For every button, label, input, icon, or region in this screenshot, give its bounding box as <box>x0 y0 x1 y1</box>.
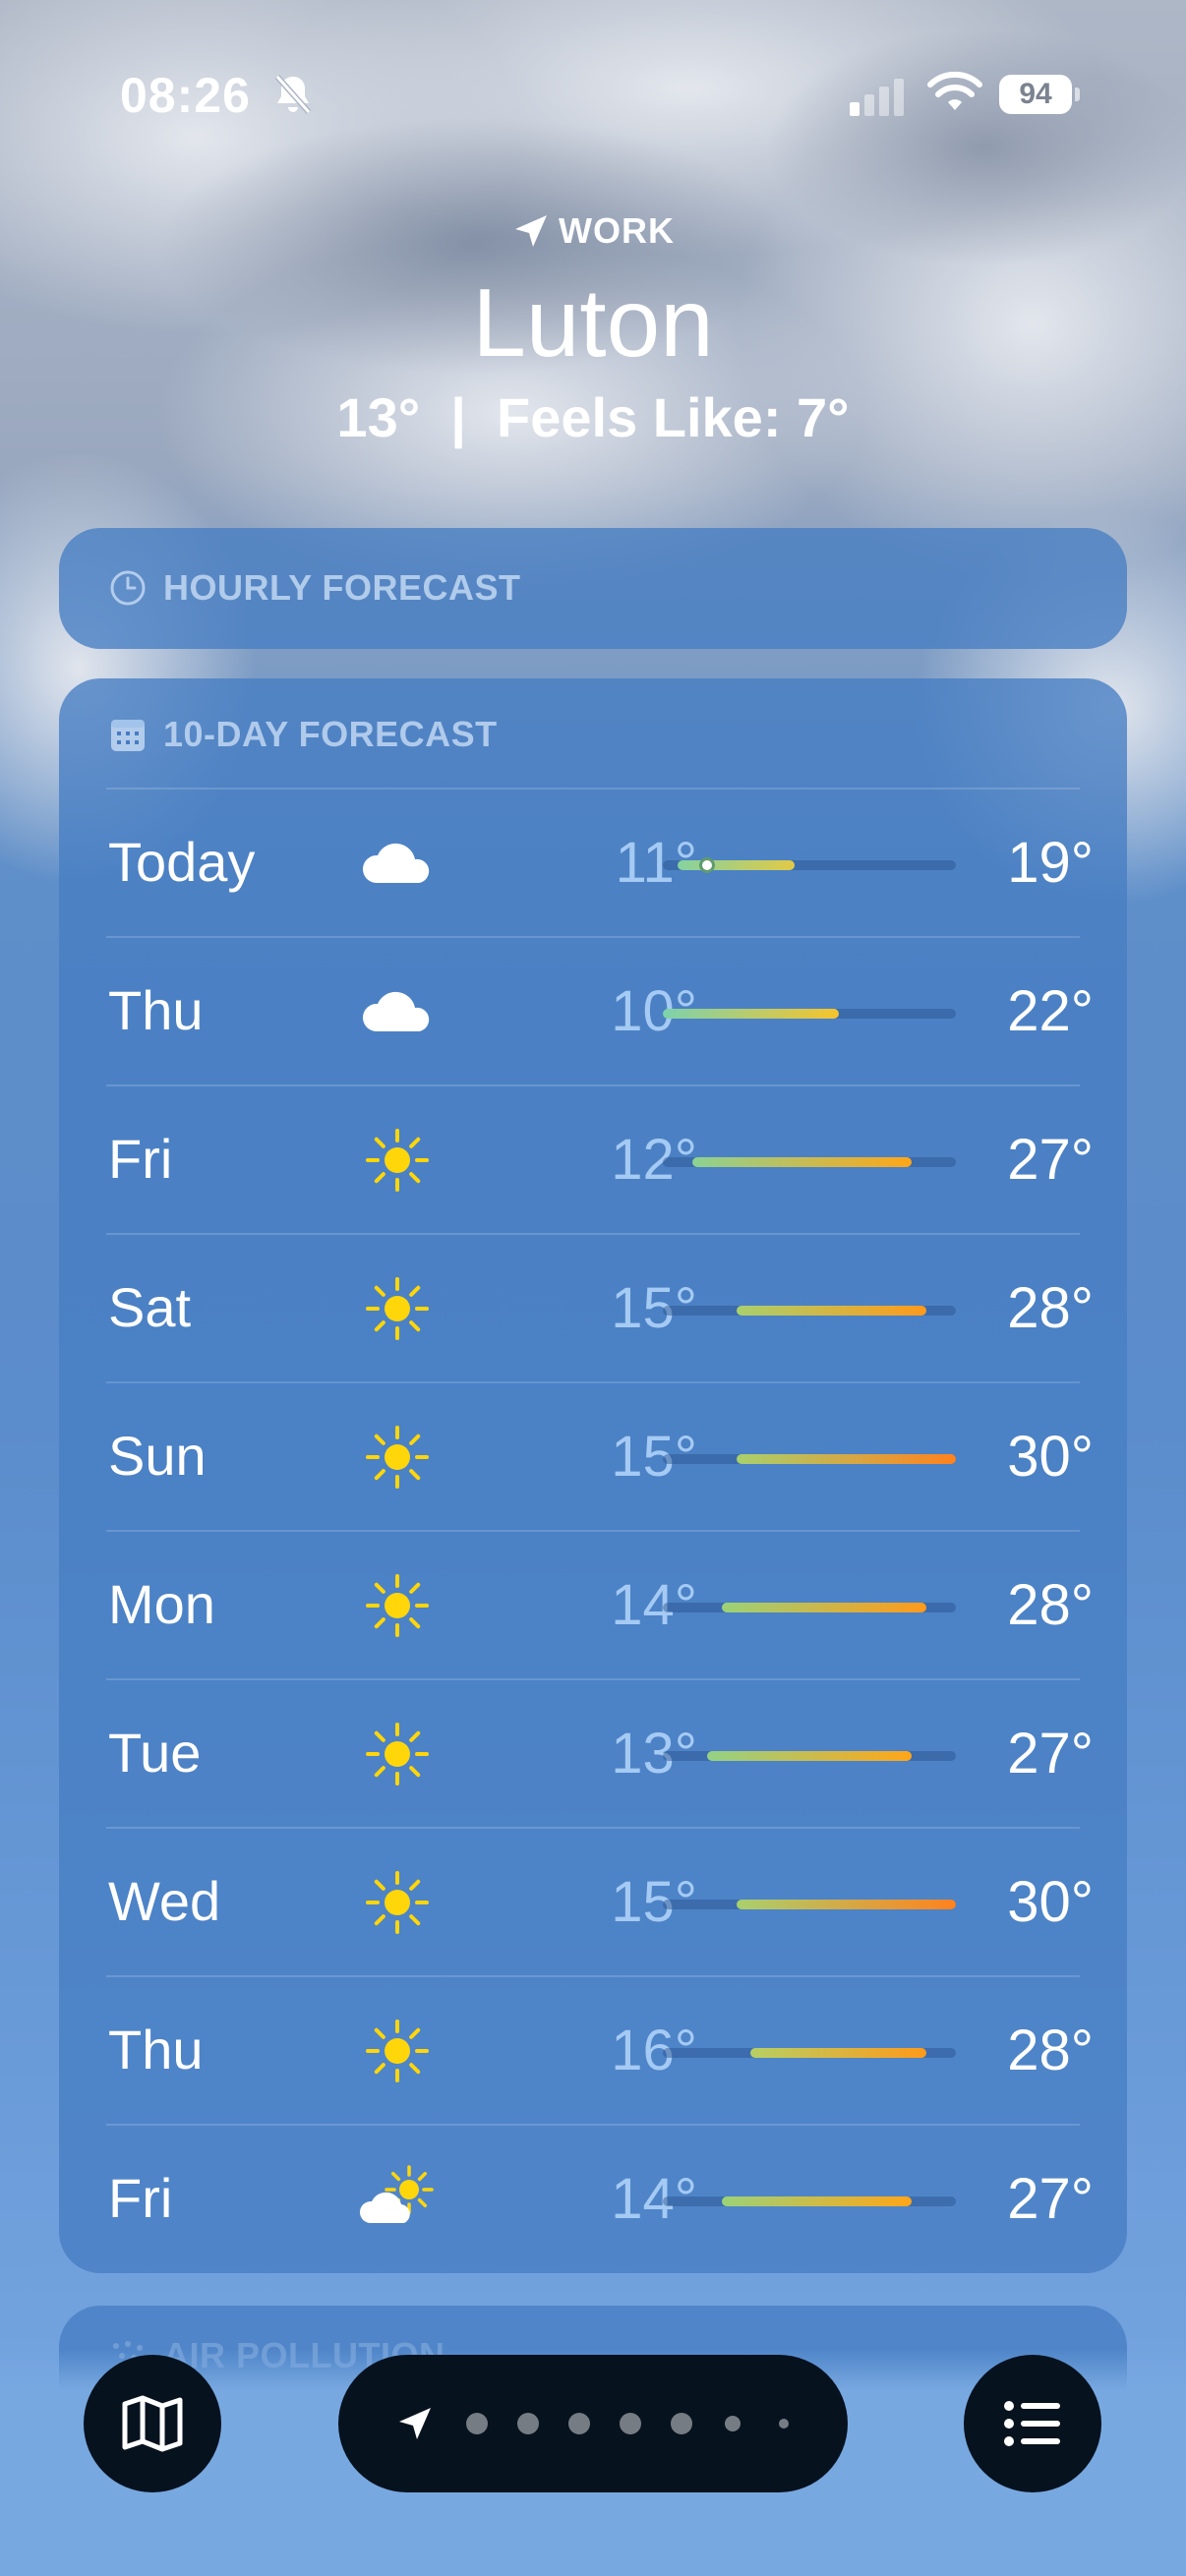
map-button[interactable] <box>84 2355 221 2492</box>
page-dot[interactable] <box>466 2413 488 2434</box>
forecast-row[interactable]: Thu 10° 22° <box>59 937 1127 1084</box>
sun-icon <box>356 1713 439 1795</box>
temp-range-bar <box>663 857 956 873</box>
day-label: Fri <box>108 1128 173 1190</box>
battery-level: 94 <box>999 75 1072 114</box>
list-icon <box>1004 2401 1060 2446</box>
location-label: WORK <box>559 210 675 251</box>
sun-icon <box>356 1416 439 1498</box>
cloud-icon <box>356 822 439 905</box>
forecast-row[interactable]: Mon 14° 28° <box>59 1531 1127 1678</box>
high-temp: 30° <box>1007 1870 1094 1934</box>
ten-day-forecast-label: 10-DAY FORECAST <box>163 714 498 754</box>
status-time: 08:26 <box>120 68 251 123</box>
temp-range-bar <box>663 1157 956 1167</box>
sun-icon <box>356 1267 439 1350</box>
high-temp: 27° <box>1007 1128 1094 1192</box>
forecast-row[interactable]: Sun 15° 30° <box>59 1382 1127 1530</box>
page-dot[interactable] <box>671 2413 692 2434</box>
ten-day-forecast-card[interactable]: 10-DAY FORECAST Today 11° 19° Thu 10° 22… <box>59 678 1127 2273</box>
temp-range-bar <box>663 1900 956 1909</box>
high-temp: 30° <box>1007 1425 1094 1489</box>
page-dot[interactable] <box>620 2413 641 2434</box>
forecast-row[interactable]: Wed 15° 30° <box>59 1828 1127 1975</box>
high-temp: 27° <box>1007 2167 1094 2231</box>
day-label: Mon <box>108 1573 215 1635</box>
temp-range-bar <box>663 1751 956 1761</box>
temp-range-fill <box>736 1306 927 1316</box>
temp-range-fill <box>663 1009 839 1019</box>
temp-range-bar <box>663 2048 956 2058</box>
temp-range-bar <box>663 1454 956 1464</box>
hourly-forecast-card[interactable]: HOURLY FORECAST <box>59 528 1127 649</box>
high-temp: 28° <box>1007 2019 1094 2082</box>
cellular-signal-icon <box>850 79 904 116</box>
temp-range-fill <box>677 860 796 870</box>
city-name: Luton <box>472 268 714 377</box>
day-label: Sat <box>108 1276 192 1338</box>
bell-slash-icon <box>274 75 312 114</box>
day-label: Sun <box>108 1425 207 1487</box>
temp-range-bar <box>663 2196 956 2206</box>
temp-range-bar <box>663 1603 956 1612</box>
location-label-row: WORK <box>0 206 1186 256</box>
map-icon <box>122 2395 183 2452</box>
temp-range-fill <box>706 1751 913 1761</box>
status-bar: 08:26 94 <box>0 0 1186 187</box>
day-label: Wed <box>108 1870 221 1932</box>
locations-list-button[interactable] <box>964 2355 1101 2492</box>
day-label: Thu <box>108 2019 204 2080</box>
temp-range-fill <box>721 1603 927 1612</box>
cloud-icon <box>356 970 439 1053</box>
day-label: Thu <box>108 979 204 1041</box>
sun-icon <box>356 1119 439 1201</box>
location-arrow-icon <box>399 2408 431 2439</box>
temp-range-bar <box>663 1009 956 1019</box>
high-temp: 28° <box>1007 1573 1094 1637</box>
forecast-row[interactable]: Sat 15° 28° <box>59 1234 1127 1381</box>
forecast-row[interactable]: Today 11° 19° <box>59 789 1127 936</box>
high-temp: 27° <box>1007 1722 1094 1786</box>
wifi-icon <box>927 71 982 110</box>
forecast-row[interactable]: Fri 12° 27° <box>59 1085 1127 1233</box>
day-label: Fri <box>108 2167 173 2229</box>
sun-icon <box>356 1861 439 1944</box>
battery-icon: 94 <box>999 75 1080 114</box>
page-dot[interactable] <box>517 2413 539 2434</box>
temp-range-fill <box>736 1900 956 1909</box>
high-temp: 19° <box>1007 831 1094 895</box>
day-label: Today <box>108 831 256 893</box>
current-temp-dot <box>698 857 715 873</box>
location-arrow-icon <box>515 215 547 247</box>
clock-icon <box>110 570 146 606</box>
page-indicator[interactable] <box>338 2355 848 2492</box>
calendar-icon <box>111 720 145 751</box>
page-dot[interactable] <box>568 2413 590 2434</box>
hourly-forecast-title: HOURLY FORECAST <box>108 567 521 609</box>
page-dot[interactable] <box>779 2419 789 2429</box>
page-dot[interactable] <box>725 2416 741 2431</box>
temp-range-bar <box>663 1306 956 1316</box>
partly-sunny-icon <box>356 2158 439 2241</box>
temp-range-fill <box>721 2196 913 2206</box>
temp-range-fill <box>750 2048 927 2058</box>
sun-icon <box>356 1564 439 1647</box>
location-header: WORK Luton 13° | Feels Like: 7° <box>0 206 1186 449</box>
hourly-forecast-label: HOURLY FORECAST <box>163 567 521 608</box>
high-temp: 28° <box>1007 1276 1094 1340</box>
day-label: Tue <box>108 1722 202 1784</box>
forecast-row[interactable]: Fri 14° 27° <box>59 2125 1127 2272</box>
ten-day-forecast-title: 10-DAY FORECAST <box>108 714 498 755</box>
temp-range-fill <box>736 1454 956 1464</box>
sun-icon <box>356 2010 439 2092</box>
high-temp: 22° <box>1007 979 1094 1043</box>
temp-range-fill <box>691 1157 913 1167</box>
forecast-row[interactable]: Thu 16° 28° <box>59 1976 1127 2124</box>
current-conditions: 13° | Feels Like: 7° <box>336 386 850 448</box>
forecast-row[interactable]: Tue 13° 27° <box>59 1679 1127 1827</box>
